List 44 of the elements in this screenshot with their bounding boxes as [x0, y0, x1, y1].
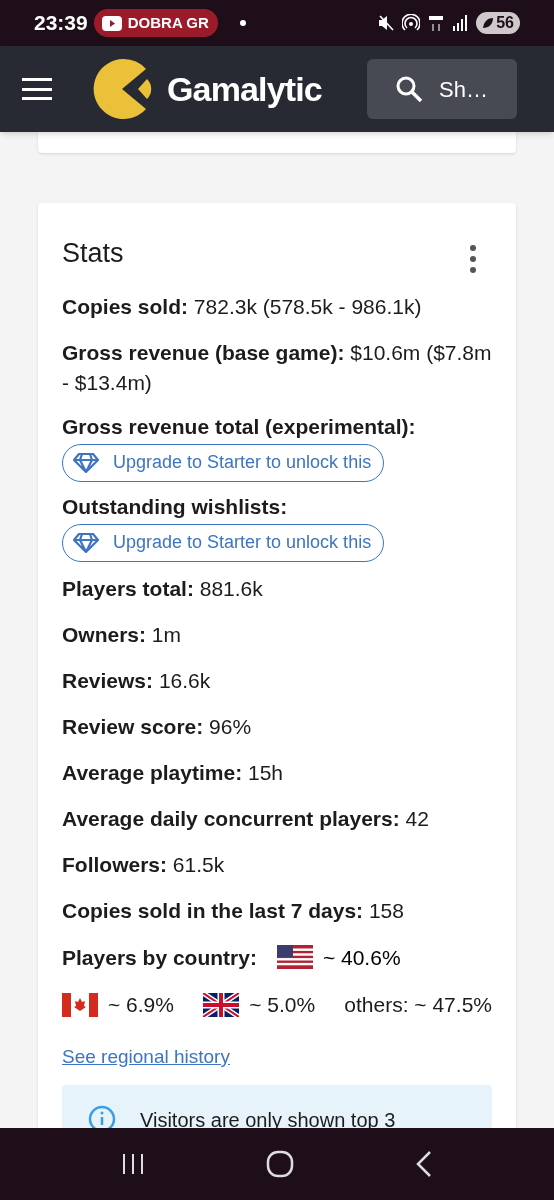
search-icon — [395, 75, 423, 103]
stat-line: Followers: 61.5k — [62, 851, 226, 878]
more-options-icon[interactable] — [470, 245, 476, 273]
stat-line: Players total: 881.6k — [62, 575, 264, 602]
stat-line: Gross revenue (base game): $10.6m ($7.8m - $13.4m) — [62, 339, 492, 396]
menu-icon[interactable] — [22, 78, 52, 100]
stat-label: Outstanding wishlists: — [62, 493, 289, 520]
stat-line: Review score: 96% — [62, 713, 253, 740]
recent-apps-icon[interactable] — [120, 1152, 145, 1176]
card-title: Stats — [62, 237, 124, 270]
hotspot-icon — [402, 14, 421, 32]
search-field[interactable]: Sh… — [367, 59, 517, 119]
stat-line: Average daily concurrent players: 42 — [62, 805, 430, 832]
leaf-icon — [482, 17, 495, 29]
app-logo: Gamalytic — [167, 68, 322, 110]
flag-icon — [276, 945, 313, 970]
stat-line: Average playtime: 15h — [62, 759, 284, 786]
back-icon[interactable] — [415, 1150, 434, 1178]
home-icon[interactable] — [266, 1150, 294, 1178]
stat-line: Copies sold in the last 7 days: 158 — [62, 897, 405, 924]
info-text: Visitors are only shown top 3 — [140, 1108, 396, 1133]
flag-icon — [203, 992, 240, 1017]
country-share: others: ~ 47.5% — [344, 992, 492, 1018]
flag-icon — [62, 992, 98, 1017]
logo-icon — [92, 58, 154, 120]
stat-line: Owners: 1m — [62, 621, 183, 648]
stat-line: Reviews: 16.6k — [62, 667, 212, 694]
country-share: ~ 6.9% — [108, 992, 174, 1018]
lte-icon — [428, 14, 445, 32]
notification-text: DOBRA GR — [127, 12, 209, 33]
country-share: ~ 5.0% — [249, 992, 316, 1018]
search-placeholder: Sh… — [439, 75, 488, 104]
stat-label: Players by country: — [62, 944, 257, 971]
battery-level: 56 — [496, 13, 514, 33]
stat-line: Copies sold: 782.3k (578.5k - 986.1k) — [62, 293, 423, 320]
signal-icon — [452, 15, 469, 31]
regional-history-link[interactable]: See regional history — [62, 1042, 230, 1071]
diamond-icon — [73, 452, 99, 473]
stat-label: Gross revenue total (experimental): — [62, 413, 417, 440]
play-icon — [101, 15, 122, 31]
clock: 23:39 — [34, 10, 88, 37]
diamond-icon — [73, 532, 99, 553]
country-share: ~ 40.6% — [322, 944, 401, 971]
mute-icon — [378, 15, 395, 31]
